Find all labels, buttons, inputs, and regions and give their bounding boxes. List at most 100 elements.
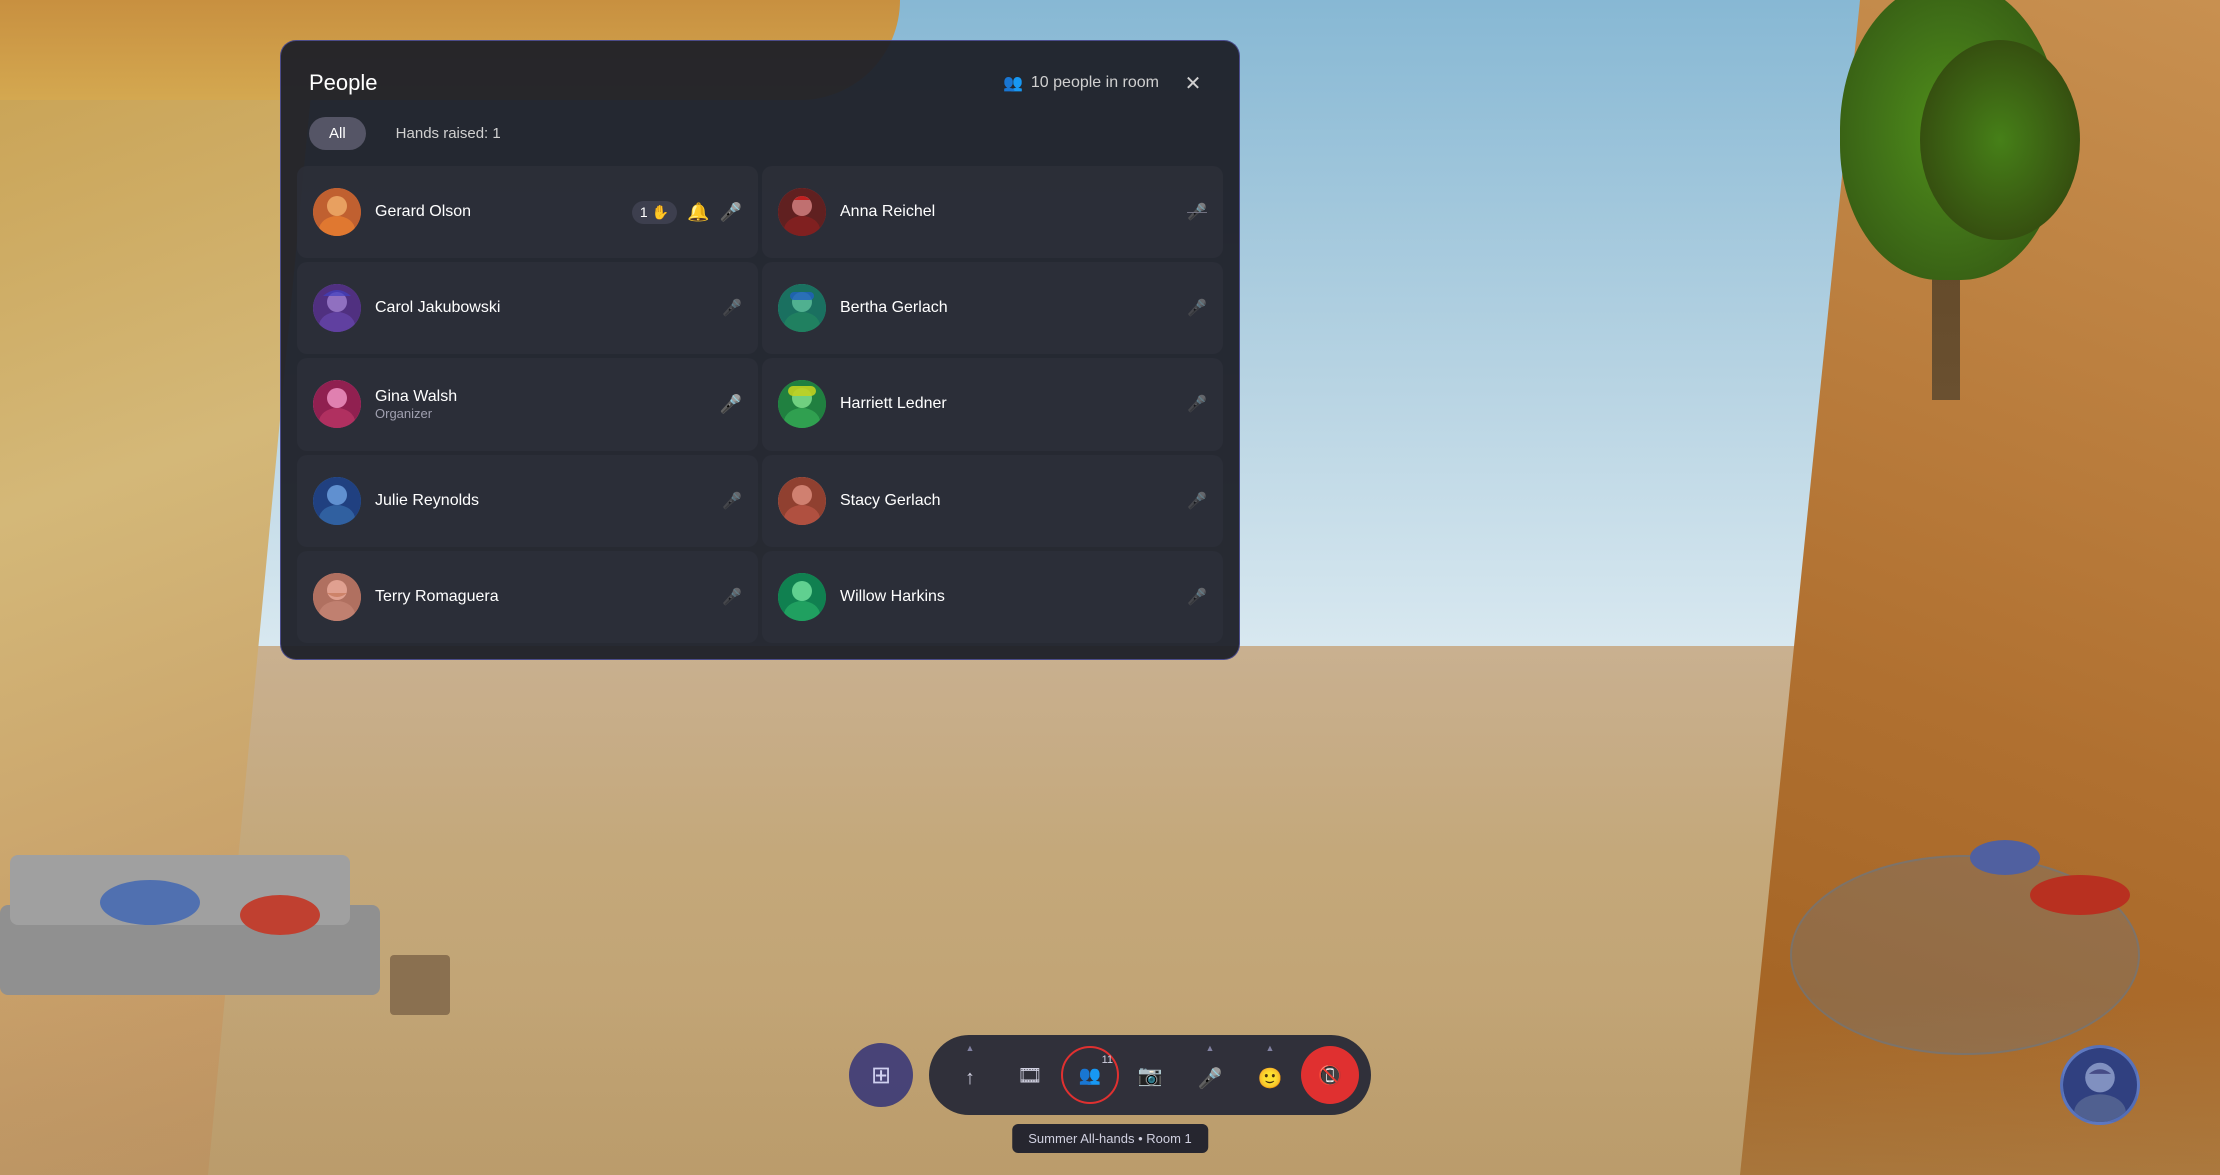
avatar	[313, 380, 361, 428]
participant-info: Gina Walsh Organizer	[375, 388, 706, 421]
right-blob-red	[2030, 875, 2130, 915]
panel-header-right: 👥 10 people in room ✕	[1003, 65, 1211, 101]
participant-name: Harriett Ledner	[840, 395, 1173, 413]
toolbar-pill: ▲ ↑ 🎞 👥 11 📷 ▲ 🎤 ▲ 🙂	[929, 1035, 1371, 1115]
participant-icons: 🎤	[1187, 394, 1207, 414]
participant-name: Terry Romaguera	[375, 588, 708, 606]
participant-card: Terry Romaguera 🎤	[297, 551, 758, 643]
emoji-button-container: ▲ 🙂	[1241, 1043, 1299, 1107]
mic-icon: 🎤	[720, 202, 742, 223]
people-count-text: 10 people in room	[1031, 74, 1159, 92]
participant-role: Organizer	[375, 406, 706, 421]
hand-count: 1	[640, 204, 648, 220]
camera-button[interactable]: 📷	[1121, 1046, 1179, 1104]
right-blob-blue	[1970, 840, 2040, 875]
tab-hands-raised[interactable]: Hands raised: 1	[376, 117, 521, 150]
emoji-button[interactable]: 🙂	[1241, 1049, 1299, 1107]
participant-info: Harriett Ledner	[840, 395, 1173, 413]
participant-card: Bertha Gerlach 🎤	[762, 262, 1223, 354]
self-avatar-image	[2063, 1045, 2137, 1125]
mic-muted-icon: 🎤	[1187, 491, 1207, 511]
participant-info: Anna Reichel	[840, 203, 1173, 221]
people-count-icon: 👥	[1003, 73, 1023, 93]
avatar	[778, 573, 826, 621]
participant-icons: 🎤	[722, 491, 742, 511]
participant-icons: 1 ✋ 🔔 🎤	[632, 201, 742, 224]
participants-grid: Gerard Olson 1 ✋ 🔔 🎤	[281, 166, 1239, 659]
participant-card: Willow Harkins 🎤	[762, 551, 1223, 643]
participant-info: Stacy Gerlach	[840, 492, 1173, 510]
notification-icon: 🔔	[687, 202, 709, 223]
participant-info: Julie Reynolds	[375, 492, 708, 510]
people-panel: People 👥 10 people in room ✕ All Hands r…	[280, 40, 1240, 660]
participant-name: Stacy Gerlach	[840, 492, 1173, 510]
avatar	[313, 573, 361, 621]
avatar	[313, 477, 361, 525]
participant-card: Gerard Olson 1 ✋ 🔔 🎤	[297, 166, 758, 258]
avatar	[313, 284, 361, 332]
red-pillow	[240, 895, 320, 935]
people-count-badge: 👥 10 people in room	[1003, 73, 1159, 93]
participant-icons: 🎤	[1187, 202, 1207, 222]
hand-badge: 1 ✋	[632, 201, 677, 224]
mic-button[interactable]: 🎤	[1181, 1049, 1239, 1107]
mic-muted-icon: 🎤	[722, 298, 742, 318]
people-button[interactable]: 👥 11	[1061, 1046, 1119, 1104]
filter-tabs: All Hands raised: 1	[281, 117, 1239, 166]
participant-name: Anna Reichel	[840, 203, 1173, 221]
avatar	[313, 188, 361, 236]
participant-card: Gina Walsh Organizer 🎤	[297, 358, 758, 450]
participant-card: Julie Reynolds 🎤	[297, 455, 758, 547]
participant-name: Carol Jakubowski	[375, 299, 708, 317]
panel-title: People	[309, 70, 378, 96]
avatar	[778, 188, 826, 236]
participant-info: Bertha Gerlach	[840, 299, 1173, 317]
filmstrip-button[interactable]: 🎞	[1001, 1046, 1059, 1104]
room-tooltip: Summer All-hands • Room 1	[1012, 1124, 1208, 1153]
share-button-container: ▲ ↑	[941, 1043, 999, 1107]
panel-header: People 👥 10 people in room ✕	[281, 41, 1239, 117]
participant-info: Carol Jakubowski	[375, 299, 708, 317]
tree-canopy-2	[1920, 40, 2080, 240]
mic-muted-icon: 🎤	[1187, 298, 1207, 318]
tab-all[interactable]: All	[309, 117, 366, 150]
mic-muted-icon: 🎤	[1187, 202, 1207, 222]
participant-icons: 🎤	[1187, 587, 1207, 607]
participant-icons: 🎤	[722, 587, 742, 607]
mic-muted-icon: 🎤	[1187, 394, 1207, 414]
participant-icons: 🎤	[1187, 491, 1207, 511]
share-button[interactable]: ↑	[941, 1049, 999, 1107]
participant-card: Anna Reichel 🎤	[762, 166, 1223, 258]
participant-info: Willow Harkins	[840, 588, 1173, 606]
mic-icon: 🎤	[720, 394, 742, 415]
side-table	[390, 955, 450, 1015]
mic-muted-icon: 🎤	[722, 491, 742, 511]
participant-name: Julie Reynolds	[375, 492, 708, 510]
participant-name: Gerard Olson	[375, 203, 618, 221]
participant-info: Gerard Olson	[375, 203, 618, 221]
mic-muted-icon: 🎤	[722, 587, 742, 607]
participant-info: Terry Romaguera	[375, 588, 708, 606]
participant-icons: 🎤	[720, 394, 742, 415]
mic-button-container: ▲ 🎤	[1181, 1043, 1239, 1107]
participant-icons: 🎤	[1187, 298, 1207, 318]
participant-icons: 🎤	[722, 298, 742, 318]
participant-name: Gina Walsh	[375, 388, 706, 406]
participant-card: Harriett Ledner 🎤	[762, 358, 1223, 450]
avatar	[778, 284, 826, 332]
participant-name: Bertha Gerlach	[840, 299, 1173, 317]
apps-button[interactable]: ⊞	[849, 1043, 913, 1107]
people-count-badge: 11	[1102, 1054, 1113, 1066]
close-button[interactable]: ✕	[1175, 65, 1211, 101]
mic-muted-icon: 🎤	[1187, 587, 1207, 607]
participant-card: Stacy Gerlach 🎤	[762, 455, 1223, 547]
avatar	[778, 380, 826, 428]
hand-emoji: ✋	[652, 204, 669, 221]
participant-name: Willow Harkins	[840, 588, 1173, 606]
end-call-button[interactable]: 📵	[1301, 1046, 1359, 1104]
participant-card: Carol Jakubowski 🎤	[297, 262, 758, 354]
blue-pillow	[100, 880, 200, 925]
bottom-toolbar: ⊞ ▲ ↑ 🎞 👥 11 📷 ▲ 🎤	[849, 1035, 1371, 1115]
self-avatar	[2060, 1045, 2140, 1125]
avatar	[778, 477, 826, 525]
